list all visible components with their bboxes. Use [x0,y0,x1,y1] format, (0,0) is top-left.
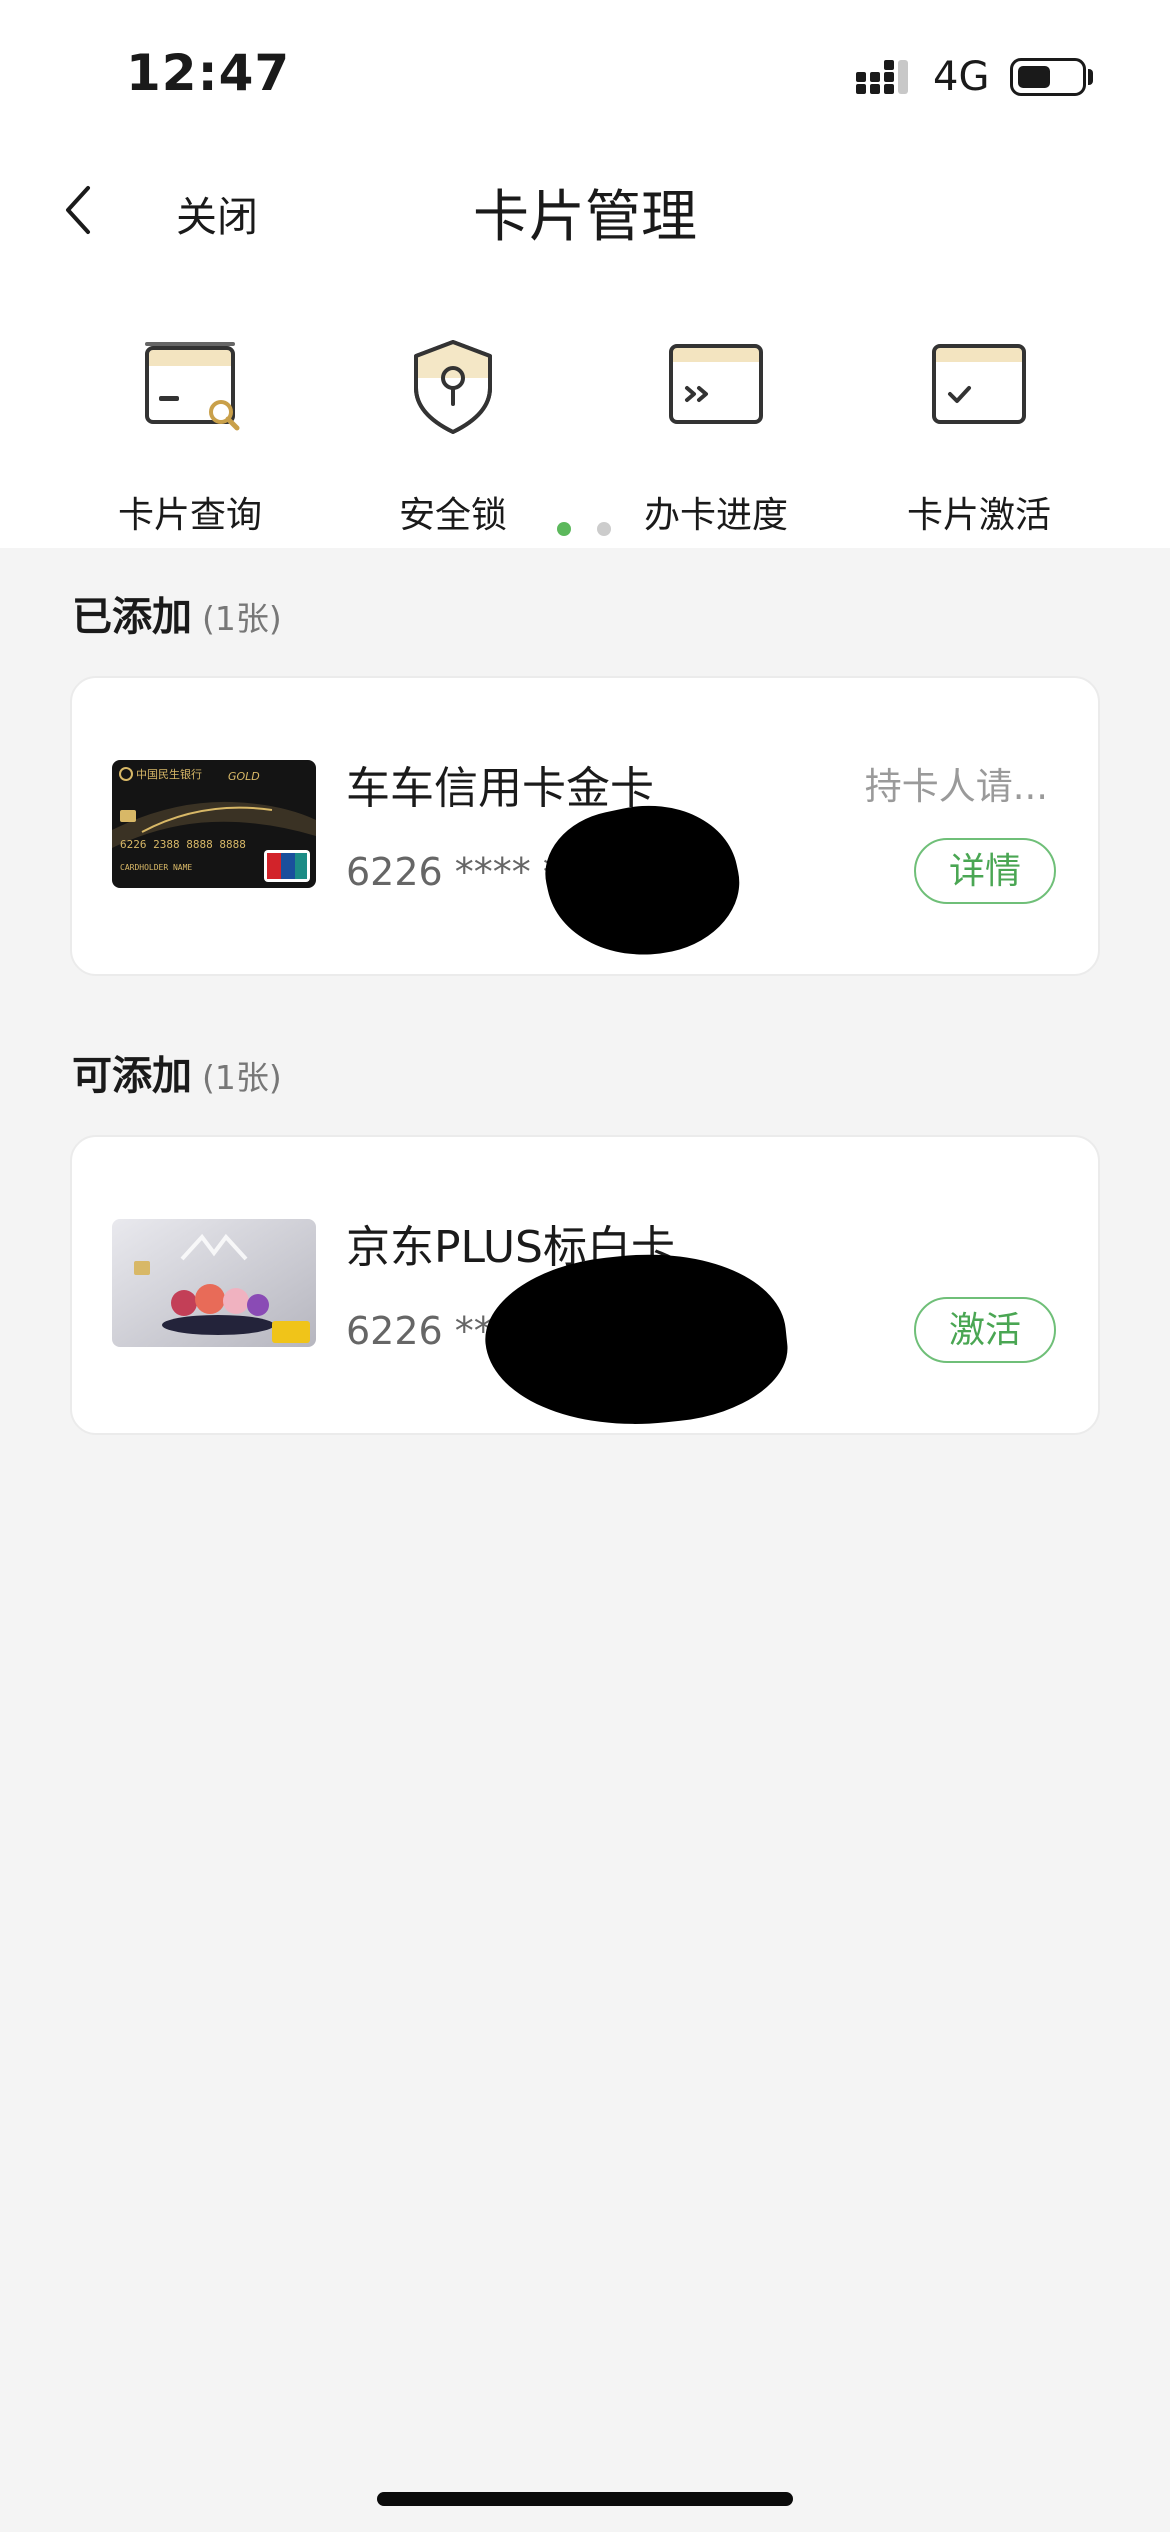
shield-lock-icon [414,340,492,434]
quick-action-label: 安全锁 [398,495,507,536]
page-title: 卡片管理 [473,185,697,250]
battery-tip [1088,69,1093,85]
quick-action-card-progress[interactable]: 办卡进度 [586,336,846,538]
available-section-title: 可添加 (1张) [72,1043,282,1101]
card-search-icon [145,342,240,431]
card-bank-name: 中国民生银行 [136,767,202,781]
quick-action-card-search[interactable]: 卡片查询 [60,336,320,538]
home-indicator[interactable] [377,2492,793,2506]
battery-icon [1010,58,1086,96]
network-type: 4G [933,54,990,100]
section-count: (1张) [202,599,282,638]
status-time: 12:47 [126,44,291,102]
quick-action-label: 卡片激活 [906,495,1051,536]
quick-action-card-activate[interactable]: 卡片激活 [849,336,1109,538]
pager-dot-active[interactable] [557,522,571,536]
card-name: 车车信用卡金卡 [346,763,654,814]
section-title-text: 可添加 [72,1053,192,1099]
battery-level [1018,66,1050,88]
pager-dot[interactable] [597,522,611,536]
credit-card-image-gold: 中国民生银行 GOLD 6226 2388 8888 8888 CARDHOLD… [112,760,316,888]
jd-plus-card-art [112,1219,316,1347]
available-card-row[interactable]: 京东PLUS标白卡 6226 **** **** 激活 [70,1135,1100,1441]
card-pan: 6226 2388 8888 8888 [120,838,246,851]
activate-button[interactable]: 激活 [914,1297,1056,1363]
credit-card-image-jd-plus [112,1219,316,1347]
card-holder-name: CARDHOLDER NAME [120,863,192,872]
quick-action-label: 卡片查询 [117,495,262,536]
quick-action-security-lock[interactable]: 安全锁 [323,336,583,538]
card-tier: GOLD [228,770,260,783]
signal-icon [856,60,908,94]
added-card-row[interactable]: 中国民生银行 GOLD 6226 2388 8888 8888 CARDHOLD… [70,676,1100,976]
section-title-text: 已添加 [72,594,192,640]
card-progress-icon [669,344,763,424]
details-button[interactable]: 详情 [914,838,1056,904]
gold-card-art: 中国民生银行 GOLD 6226 2388 8888 8888 CARDHOLD… [112,760,316,888]
quick-action-label: 办卡进度 [643,495,788,536]
added-section-title: 已添加 (1张) [72,584,282,642]
section-count: (1张) [202,1058,282,1097]
card-holder-hint: 持卡人请... [864,765,1048,808]
card-activate-icon [932,344,1026,424]
